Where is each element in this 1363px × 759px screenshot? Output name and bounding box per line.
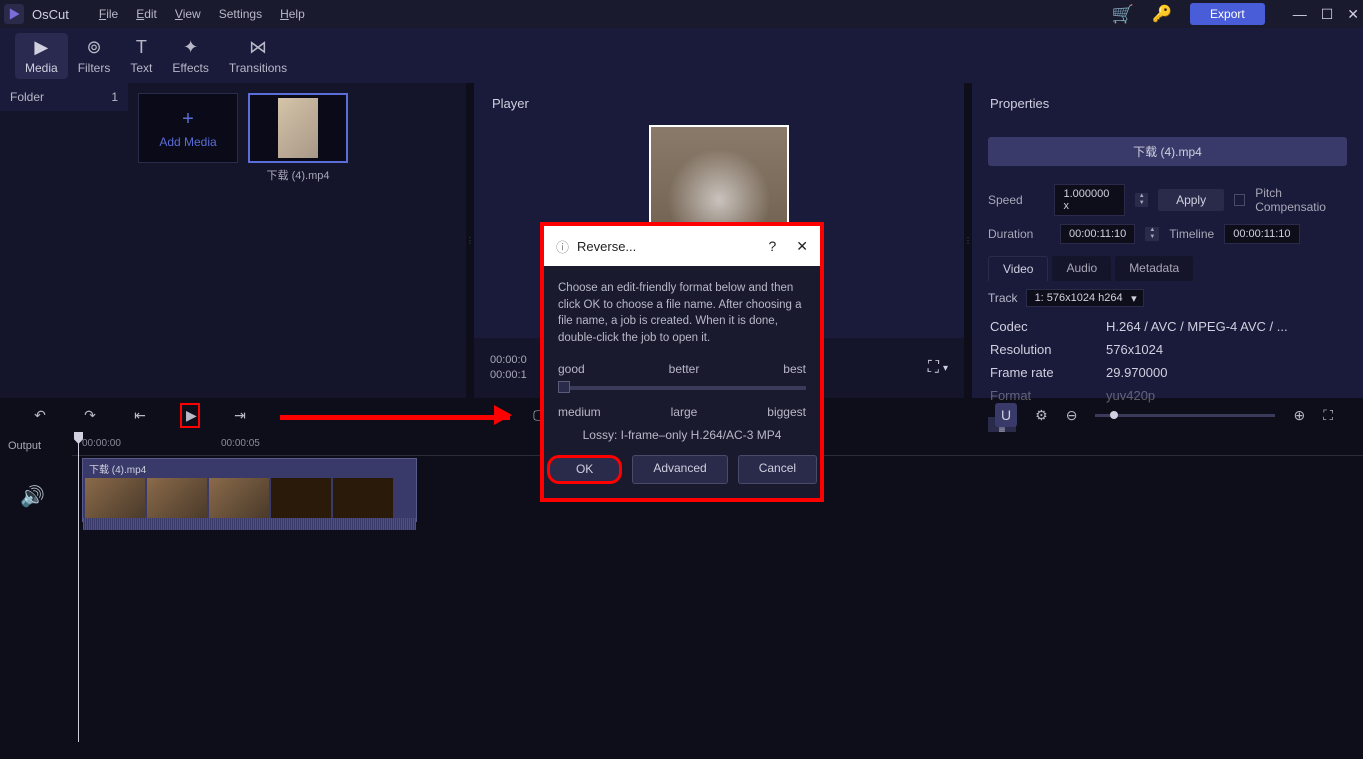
- track-select[interactable]: 1: 576x1024 h264: [1026, 289, 1144, 307]
- track-label: Track: [988, 291, 1018, 305]
- add-media-button[interactable]: + Add Media: [138, 93, 238, 163]
- output-label: Output: [0, 432, 72, 460]
- close-icon[interactable]: ✕: [1347, 6, 1359, 23]
- properties-title: Properties: [972, 83, 1363, 123]
- redo-button[interactable]: ↷: [80, 407, 100, 424]
- pitch-label: Pitch Compensatio: [1255, 186, 1347, 214]
- speed-spinner[interactable]: ▲▼: [1135, 193, 1148, 207]
- menu-view[interactable]: View: [175, 7, 201, 21]
- dialog-close-icon[interactable]: ✕: [796, 238, 808, 255]
- skip-back-icon[interactable]: ⇤: [130, 407, 150, 424]
- quality-better: better: [669, 361, 700, 378]
- framerate-value: 29.970000: [1106, 365, 1167, 380]
- dialog-description: Choose an edit-friendly format below and…: [558, 280, 806, 347]
- speaker-icon[interactable]: 🔊: [0, 460, 72, 533]
- timeline-label: Timeline: [1169, 227, 1214, 241]
- help-icon[interactable]: ?: [768, 238, 776, 255]
- undo-button[interactable]: ↶: [30, 407, 50, 424]
- tab-filters[interactable]: ⊚Filters: [68, 33, 121, 79]
- media-panel: Folder 1 + Add Media 下载 (4).mp4: [0, 83, 466, 398]
- key-icon[interactable]: 🔑: [1152, 4, 1172, 24]
- zoom-fit-icon[interactable]: ⛶: [1323, 407, 1333, 424]
- export-button[interactable]: Export: [1190, 3, 1265, 25]
- tab-effects[interactable]: ✦Effects: [162, 33, 218, 79]
- menu-edit[interactable]: Edit: [136, 7, 157, 21]
- main-menu: File Edit View Settings Help: [99, 7, 305, 21]
- duration-label: Duration: [988, 227, 1050, 241]
- skip-forward-icon[interactable]: ⇥: [230, 407, 250, 424]
- apply-button[interactable]: Apply: [1158, 189, 1224, 211]
- quality-slider[interactable]: [558, 386, 806, 390]
- timeline-clip[interactable]: 下载 (4).mp4: [82, 458, 417, 522]
- dialog-title: Reverse...: [577, 239, 636, 254]
- quality-good: good: [558, 361, 585, 378]
- transitions-icon: ⋈: [249, 37, 267, 58]
- minimize-icon[interactable]: —: [1293, 6, 1307, 23]
- panel-divider[interactable]: ⋮: [964, 83, 972, 398]
- filters-icon: ⊚: [86, 37, 101, 58]
- tool-tabs: ▶Media ⊚Filters TText ✦Effects ⋈Transiti…: [0, 28, 1363, 83]
- cancel-button[interactable]: Cancel: [738, 455, 817, 484]
- codec-label: Codec: [990, 319, 1106, 334]
- duration-spinner[interactable]: ▲▼: [1145, 227, 1159, 241]
- effects-icon: ✦: [183, 37, 198, 58]
- speed-input[interactable]: 1.000000 x: [1054, 184, 1125, 216]
- timeline-value: 00:00:11:10: [1224, 224, 1299, 244]
- cart-icon[interactable]: 🛒: [1112, 4, 1134, 25]
- menu-settings[interactable]: Settings: [219, 7, 262, 21]
- size-large: large: [671, 404, 698, 421]
- zoom-slider[interactable]: [1095, 414, 1275, 417]
- text-icon: T: [136, 37, 147, 58]
- duration-input[interactable]: 00:00:11:10: [1060, 224, 1135, 244]
- speed-label: Speed: [988, 193, 1044, 207]
- framerate-label: Frame rate: [990, 365, 1106, 380]
- file-name-badge: 下载 (4).mp4: [988, 137, 1347, 166]
- size-biggest: biggest: [767, 404, 806, 421]
- reverse-dialog: ⓘ Reverse... ? ✕ Choose an edit-friendly…: [540, 222, 824, 502]
- media-icon: ▶: [34, 37, 48, 58]
- codec-value: H.264 / AVC / MPEG-4 AVC / ...: [1106, 319, 1288, 334]
- properties-panel: Properties 下载 (4).mp4 Speed 1.000000 x ▲…: [972, 83, 1363, 398]
- menu-help[interactable]: Help: [280, 7, 305, 21]
- app-logo: [4, 4, 24, 24]
- quality-best: best: [783, 361, 806, 378]
- fullscreen-button[interactable]: ⛶ ▾: [928, 359, 948, 377]
- panel-divider[interactable]: ⋮: [466, 83, 474, 398]
- tab-transitions[interactable]: ⋈Transitions: [219, 33, 297, 79]
- ok-button[interactable]: OK: [547, 455, 622, 484]
- pitch-checkbox[interactable]: [1234, 194, 1245, 206]
- format-label: Lossy: I-frame–only H.264/AC-3 MP4: [558, 427, 806, 444]
- zoom-out-icon[interactable]: ⊖: [1066, 407, 1078, 424]
- resolution-label: Resolution: [990, 342, 1106, 357]
- reverse-button[interactable]: ▶: [180, 403, 200, 428]
- size-medium: medium: [558, 404, 601, 421]
- maximize-icon[interactable]: ☐: [1321, 6, 1334, 23]
- tab-metadata[interactable]: Metadata: [1115, 256, 1193, 281]
- zoom-in-icon[interactable]: ⊕: [1293, 407, 1305, 424]
- media-thumbnail: [248, 93, 348, 163]
- playhead[interactable]: [78, 432, 79, 742]
- tab-video[interactable]: Video: [988, 256, 1048, 281]
- media-item[interactable]: 下载 (4).mp4: [248, 93, 348, 388]
- player-time-current: 00:00:0: [490, 353, 527, 368]
- folder-item[interactable]: Folder 1: [0, 83, 128, 111]
- resolution-value: 576x1024: [1106, 342, 1163, 357]
- advanced-button[interactable]: Advanced: [632, 455, 727, 484]
- player-title: Player: [474, 83, 964, 123]
- plus-icon: +: [182, 108, 194, 131]
- tab-text[interactable]: TText: [120, 33, 162, 79]
- titlebar: OsCut File Edit View Settings Help 🛒 🔑 E…: [0, 0, 1363, 28]
- tab-audio[interactable]: Audio: [1052, 256, 1111, 281]
- info-icon: ⓘ: [556, 237, 569, 256]
- player-time-total: 00:00:1: [490, 368, 527, 383]
- gear-icon[interactable]: ⚙: [1035, 407, 1048, 424]
- menu-file[interactable]: File: [99, 7, 118, 21]
- dialog-titlebar[interactable]: ⓘ Reverse... ? ✕: [544, 226, 820, 266]
- app-name: OsCut: [32, 7, 69, 22]
- tab-media[interactable]: ▶Media: [15, 33, 68, 79]
